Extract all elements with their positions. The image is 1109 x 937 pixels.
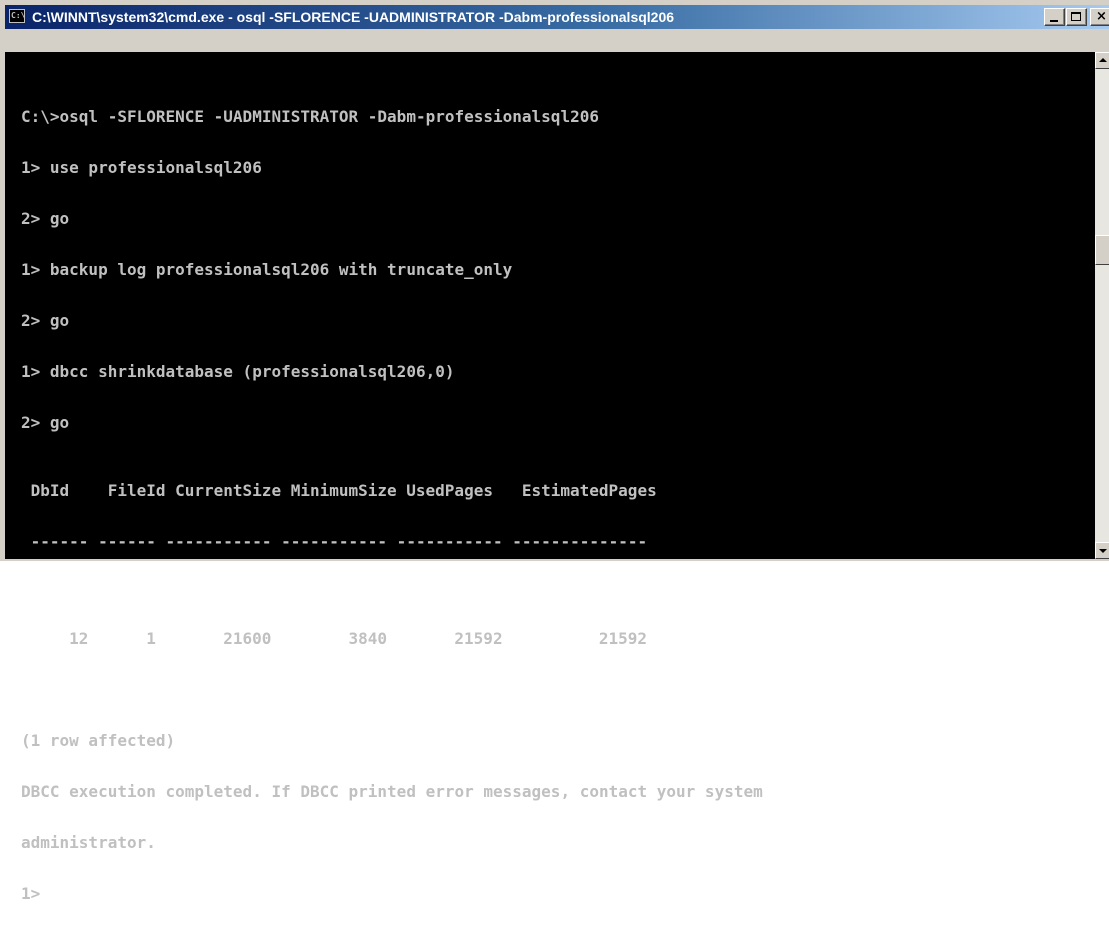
console-line: (1 row affected) [21, 731, 176, 750]
console-line: C:\>osql -SFLORENCE -UADMINISTRATOR -Dab… [21, 107, 599, 126]
table-header-cell: FileId [107, 481, 166, 500]
console-text: C:\>osql -SFLORENCE -UADMINISTRATOR -Dab… [21, 74, 763, 936]
table-header-cell: CurrentSize [175, 481, 282, 500]
arrow-up-icon [1099, 58, 1107, 62]
title-bar[interactable]: C:\ C:\WINNT\system32\cmd.exe - osql -SF… [5, 5, 1109, 29]
maximize-button[interactable] [1066, 8, 1087, 26]
arrow-down-icon [1099, 549, 1107, 553]
scroll-thumb[interactable] [1095, 235, 1109, 265]
table-cell: 21592 [598, 629, 648, 648]
console-line: DBCC execution completed. If DBCC printe… [21, 782, 763, 801]
minimize-icon [1050, 20, 1058, 22]
close-button[interactable]: × [1090, 8, 1109, 26]
console-line: 2> go [21, 209, 70, 228]
table-header-cell: MinimumSize [290, 481, 397, 500]
table-cell: 12 [69, 629, 89, 648]
scroll-down-button[interactable] [1095, 542, 1109, 559]
vertical-scrollbar[interactable] [1095, 52, 1109, 559]
table-header-cell: UsedPages [406, 481, 493, 500]
maximize-icon [1071, 12, 1081, 21]
table-cell: 21592 [454, 629, 503, 648]
table-header-row: DbId FileId CurrentSize MinimumSize Used… [21, 482, 763, 499]
console-line: 2> go [21, 311, 70, 330]
console-line: 2> go [21, 413, 70, 432]
table-header-cell: EstimatedPages [521, 481, 657, 500]
console-line: 1> dbcc shrinkdatabase (professionalsql2… [21, 362, 455, 381]
table-separator: ------ ------ ----------- ----------- --… [21, 532, 648, 551]
console-window: C:\ C:\WINNT\system32\cmd.exe - osql -SF… [0, 0, 1109, 902]
console-prompt: 1> [21, 884, 41, 903]
window-title: C:\WINNT\system32\cmd.exe - osql -SFLORE… [32, 9, 675, 25]
console-line: 1> use professionalsql206 [21, 158, 262, 177]
table-row: 12 1 21600 3840 21592 21592 [21, 630, 763, 647]
scroll-up-button[interactable] [1095, 52, 1109, 69]
table-cell: 21600 [223, 629, 272, 648]
table-cell: 1 [146, 629, 156, 648]
minimize-button[interactable] [1044, 8, 1065, 26]
table-header-cell: DbId [30, 481, 70, 500]
console-output-area[interactable]: C:\>osql -SFLORENCE -UADMINISTRATOR -Dab… [5, 52, 1095, 902]
console-line: 1> backup log professionalsql206 with tr… [21, 260, 513, 279]
console-line: administrator. [21, 833, 156, 852]
console-icon[interactable]: C:\ [9, 9, 25, 23]
table-cell: 3840 [348, 629, 387, 648]
close-icon: × [1096, 9, 1107, 24]
